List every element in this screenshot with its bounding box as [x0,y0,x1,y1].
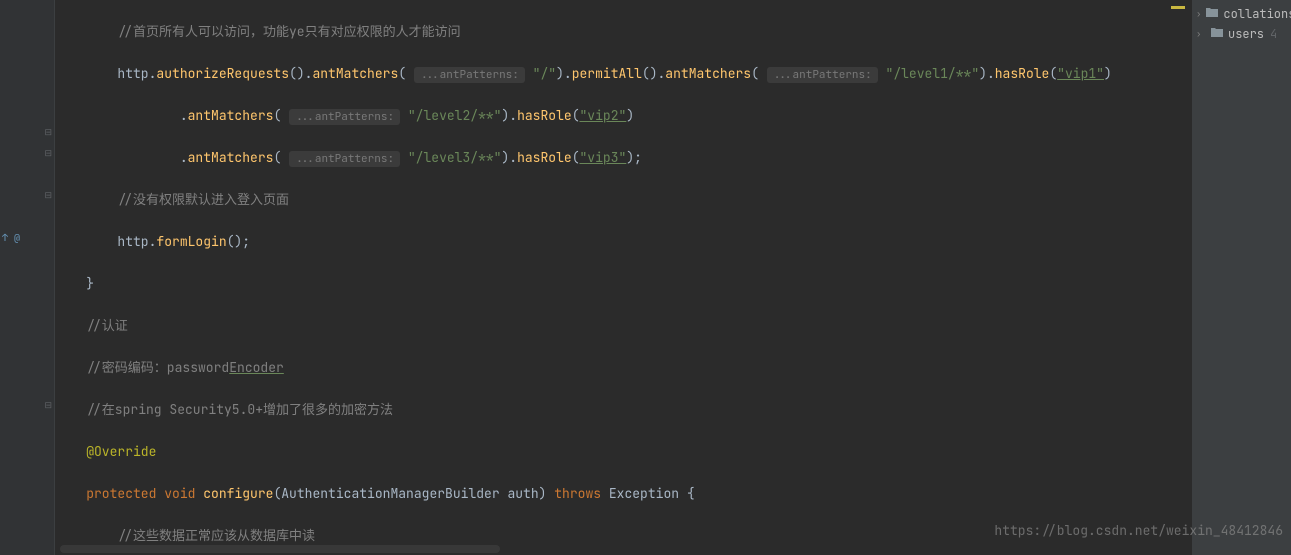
code-token: ( [398,65,406,82]
string-literal: "vip3" [580,149,627,166]
code-token: . [180,149,188,166]
code-token: ). [979,65,995,82]
code-token: ( [572,107,580,124]
keyword: protected [86,485,164,502]
tree-item-collations[interactable]: › collations [1196,4,1287,24]
warning-indicator-icon[interactable] [1171,6,1185,9]
folder-icon [1205,6,1219,22]
code-token: http. [117,65,156,82]
code-token: ) [1104,65,1112,82]
method-call: hasRole [517,149,572,166]
code-editor[interactable]: //首页所有人可以访问，功能ye只有对应权限的人才能访问 http.author… [55,0,1191,555]
method-call: antMatchers [188,149,274,166]
chevron-right-icon: › [1196,8,1201,20]
keyword: throws [554,485,609,502]
string-literal: "vip1" [1057,65,1104,82]
brace: } [86,275,94,292]
override-icon[interactable]: ↑ @ [2,231,20,244]
param-hint: ...antPatterns: [289,151,400,167]
tree-count: 4 [1270,26,1277,42]
comment-text: //这些数据正常应该从数据库中读 [117,527,315,544]
param-hint: ...antPatterns: [414,67,525,83]
method-call: antMatchers [312,65,398,82]
comment-text: //认证 [86,317,128,334]
method-decl: configure [203,485,273,502]
code-token: (). [289,65,312,82]
code-token: ( [572,149,580,166]
code-token: ) [626,107,634,124]
code-token: ). [501,107,517,124]
horizontal-scrollbar[interactable] [60,545,500,553]
method-call: formLogin [156,233,226,250]
tree-label: collations [1223,6,1291,22]
fold-icon[interactable]: ⊟ [44,189,52,201]
comment-text: //在spring Security5.0+增加了很多的加密方法 [86,401,393,418]
string-literal: "/" [525,65,556,82]
code-token: ). [501,149,517,166]
editor-gutter: ⊟ ⊟ ⊟ ↑ @ ⊟ [0,0,55,555]
method-call: hasRole [995,65,1050,82]
code-token: ). [556,65,572,82]
string-literal: "/level1/**" [878,65,979,82]
fold-icon[interactable]: ⊟ [44,126,52,138]
method-call: antMatchers [665,65,751,82]
code-token: (AuthenticationManagerBuilder auth) [273,485,554,502]
code-token: ); [626,149,642,166]
comment-text: //密码编码：password [86,359,229,376]
chevron-right-icon: › [1196,28,1206,40]
fold-icon[interactable]: ⊟ [44,399,52,411]
string-literal: "vip2" [580,107,627,124]
code-token: ( [751,65,759,82]
project-tree-panel: › collations › users 4 [1191,0,1291,555]
code-token: (). [642,65,665,82]
folder-icon [1210,26,1224,42]
keyword: void [164,485,203,502]
watermark-text: https://blog.csdn.net/weixin_48412846 [994,522,1283,539]
param-hint: ...antPatterns: [289,109,400,125]
method-call: permitAll [572,65,642,82]
code-token: ( [1049,65,1057,82]
code-token: (); [227,233,250,250]
code-token: ( [273,107,281,124]
code-token: Exception { [609,485,695,502]
string-literal: "/level3/**" [400,149,501,166]
string-literal: "/level2/**" [400,107,501,124]
comment-text: //首页所有人可以访问，功能ye只有对应权限的人才能访问 [117,23,460,40]
param-hint: ...antPatterns: [767,67,878,83]
comment-text: //没有权限默认进入登入页面 [117,191,289,208]
tree-item-users[interactable]: › users 4 [1196,24,1287,44]
comment-text: Encoder [229,359,284,376]
annotation: @Override [86,443,156,460]
code-token: . [180,107,188,124]
method-call: authorizeRequests [156,65,289,82]
method-call: antMatchers [188,107,274,124]
fold-icon[interactable]: ⊟ [44,147,52,159]
code-token: ( [273,149,281,166]
method-call: hasRole [517,107,572,124]
code-token: http. [117,233,156,250]
tree-label: users [1228,26,1264,42]
